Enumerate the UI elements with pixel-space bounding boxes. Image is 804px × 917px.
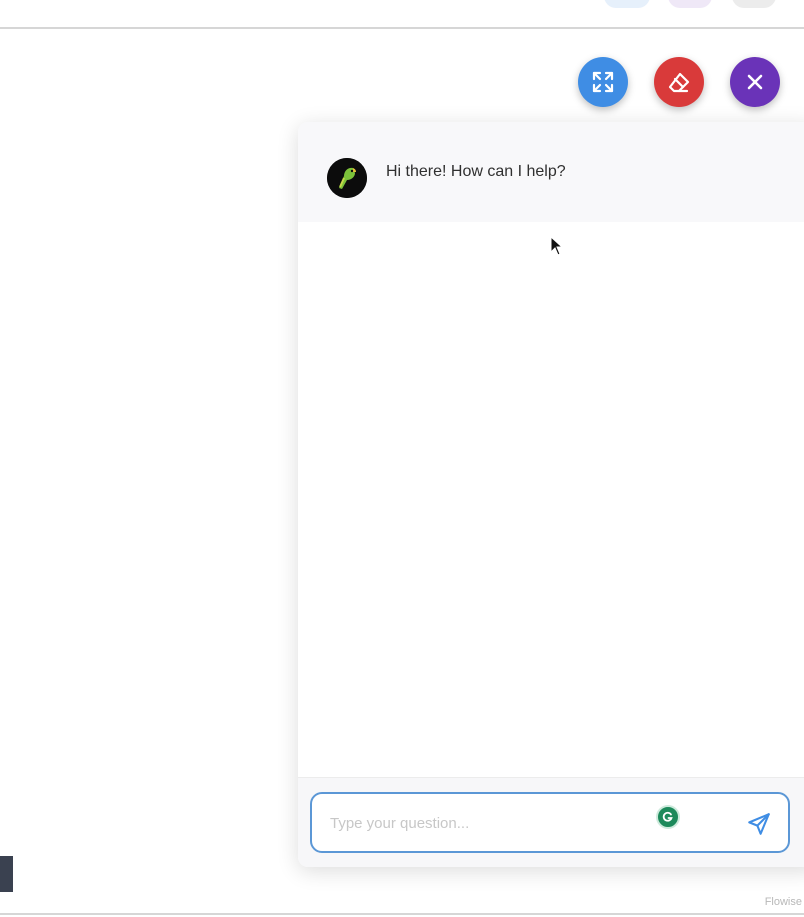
bottom-divider xyxy=(0,913,804,915)
send-icon xyxy=(748,813,770,835)
send-button[interactable] xyxy=(744,810,774,838)
grammarly-icon[interactable] xyxy=(656,805,680,829)
input-area xyxy=(298,777,804,867)
bot-message-text: Hi there! How can I help? xyxy=(386,163,566,180)
chat-panel: Hi there! How can I help? xyxy=(298,122,804,867)
expand-button[interactable] xyxy=(578,57,628,107)
mouse-cursor-icon xyxy=(550,235,564,261)
faint-blue-button[interactable] xyxy=(604,0,650,8)
close-chat-button[interactable] xyxy=(730,57,780,107)
faint-purple-button[interactable] xyxy=(668,0,712,8)
parrot-avatar-icon xyxy=(327,158,367,198)
watermark: Flowise xyxy=(764,896,802,908)
close-icon xyxy=(747,74,763,90)
expand-arrows-icon xyxy=(592,71,614,93)
question-input[interactable] xyxy=(328,794,642,853)
bot-message: Hi there! How can I help? xyxy=(298,122,804,222)
side-tab[interactable] xyxy=(0,856,13,892)
clear-chat-button[interactable] xyxy=(654,57,704,107)
top-divider xyxy=(0,27,804,29)
question-input-box xyxy=(310,792,790,853)
page: Hi there! How can I help? Type your ques… xyxy=(0,0,804,917)
faint-gray-button[interactable] xyxy=(732,0,776,8)
top-strip xyxy=(0,0,804,28)
eraser-icon xyxy=(668,72,690,93)
